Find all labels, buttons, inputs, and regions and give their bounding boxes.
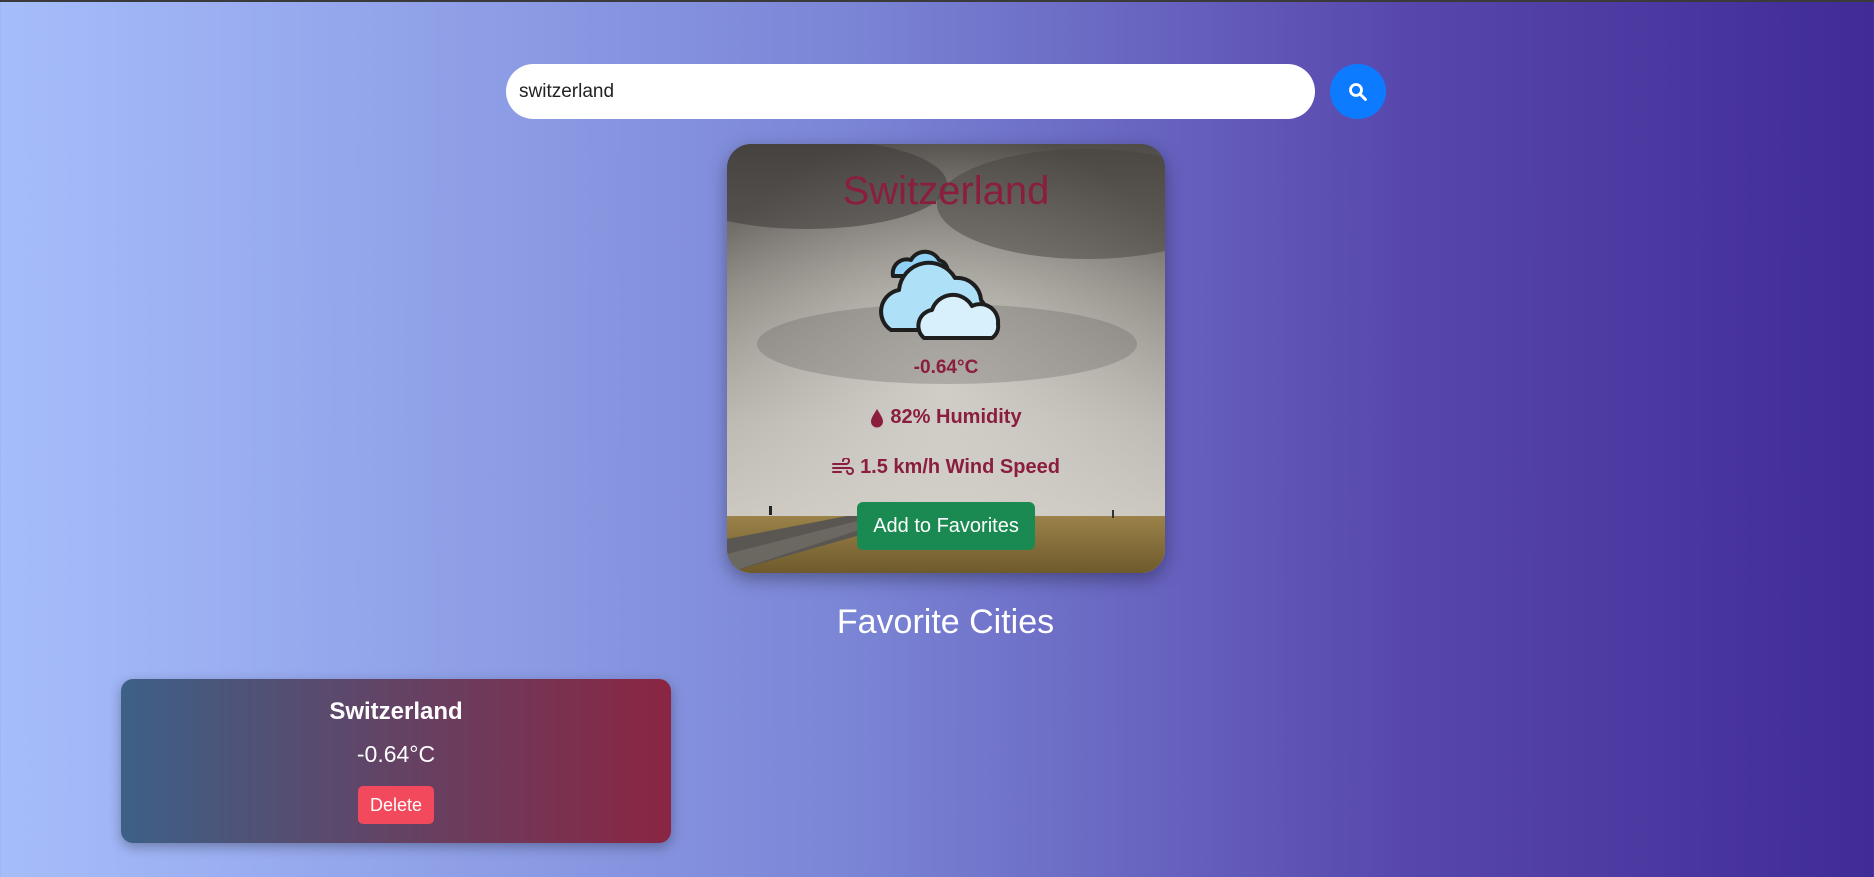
search-button[interactable] [1330,64,1386,119]
temperature: -0.64°C [913,357,979,378]
weather-card: Switzerland -0.64°C 82% Humidity 1.5 km/… [727,144,1165,573]
add-to-favorites-button[interactable]: Add to Favorites [857,502,1035,550]
search-icon [1349,82,1367,101]
partly-cloudy-icon [879,249,1001,340]
search-input[interactable] [506,64,1315,119]
wind-row: 1.5 km/h Wind Speed [727,456,1165,479]
humidity-row: 82% Humidity [727,406,1165,429]
favorite-city-card: Switzerland -0.64°C Delete [121,679,671,843]
favorite-city-temperature: -0.64°C [356,741,436,767]
wind-icon [832,457,855,475]
wind-value: 1.5 km/h Wind Speed [860,456,1060,478]
humidity-value: 82% Humidity [890,406,1022,428]
city-name: Switzerland [842,169,1050,213]
droplet-icon [871,408,884,427]
favorites-title: Favorite Cities [836,603,1055,641]
delete-button[interactable]: Delete [358,786,434,824]
favorite-city-name: Switzerland [329,698,463,725]
